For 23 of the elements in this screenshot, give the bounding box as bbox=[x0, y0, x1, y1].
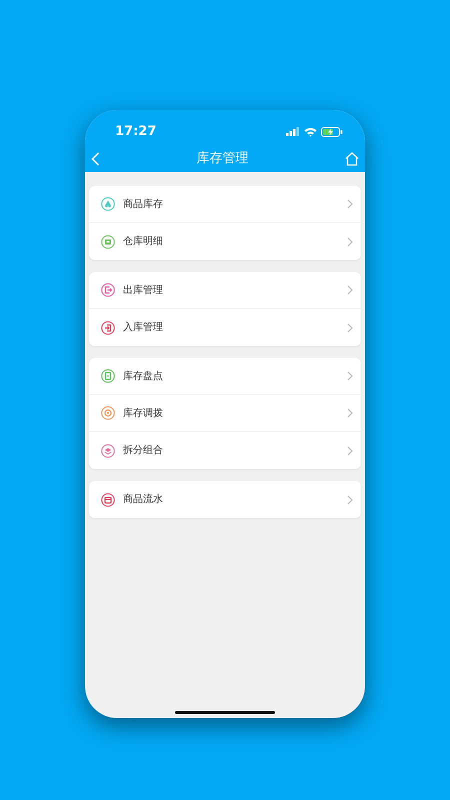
menu-item[interactable]: 库存调拨 bbox=[89, 395, 361, 432]
menu-item[interactable]: 商品库存 bbox=[89, 186, 361, 223]
chevron-icon bbox=[347, 322, 353, 332]
chevron-icon bbox=[347, 371, 353, 381]
status-time: 17:27 bbox=[115, 122, 156, 141]
chevron-icon bbox=[347, 199, 353, 209]
wifi-icon bbox=[304, 126, 317, 136]
menu-item[interactable]: 入库管理 bbox=[89, 309, 361, 346]
back-icon[interactable] bbox=[91, 152, 100, 166]
menu-item[interactable]: 出库管理 bbox=[89, 272, 361, 309]
menu-item[interactable]: 库存盘点 bbox=[89, 358, 361, 395]
menu-item[interactable]: 商品流水 bbox=[89, 481, 361, 518]
chevron-icon bbox=[347, 285, 353, 295]
chevron-icon bbox=[347, 446, 353, 456]
chevron-icon bbox=[347, 408, 353, 418]
battery-icon bbox=[321, 126, 343, 136]
menu-item[interactable]: 拆分组合 bbox=[89, 432, 361, 469]
page-title: 库存管理 bbox=[196, 150, 248, 168]
signal-icon bbox=[286, 127, 300, 136]
menu-item[interactable]: 仓库明细 bbox=[89, 223, 361, 260]
home-icon[interactable] bbox=[345, 152, 359, 166]
chevron-icon bbox=[347, 494, 353, 504]
chevron-icon bbox=[347, 236, 353, 246]
